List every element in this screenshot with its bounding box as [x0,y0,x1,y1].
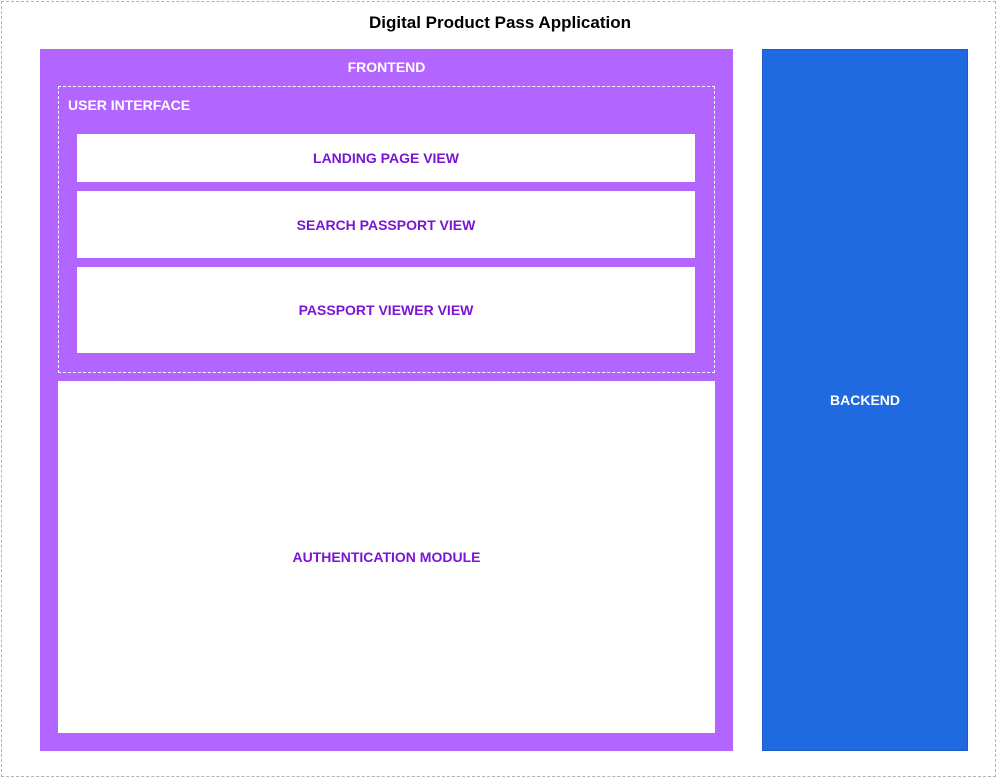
backend-container: BACKEND [762,49,968,751]
passport-viewer-view-box: PASSPORT VIEWER VIEW [77,267,695,353]
authentication-module-box: AUTHENTICATION MODULE [58,381,715,733]
landing-page-view-box: LANDING PAGE VIEW [77,134,695,182]
landing-page-view-label: LANDING PAGE VIEW [313,150,459,166]
authentication-module-label: AUTHENTICATION MODULE [292,549,481,565]
search-passport-view-label: SEARCH PASSPORT VIEW [296,216,476,233]
passport-viewer-view-label: PASSPORT VIEWER VIEW [298,302,474,318]
diagram-title: Digital Product Pass Application [369,13,631,32]
user-interface-label: USER INTERFACE [68,97,191,113]
search-passport-view-box: SEARCH PASSPORT VIEW [77,191,695,258]
frontend-label: FRONTEND [347,59,426,75]
backend-label: BACKEND [830,392,900,408]
